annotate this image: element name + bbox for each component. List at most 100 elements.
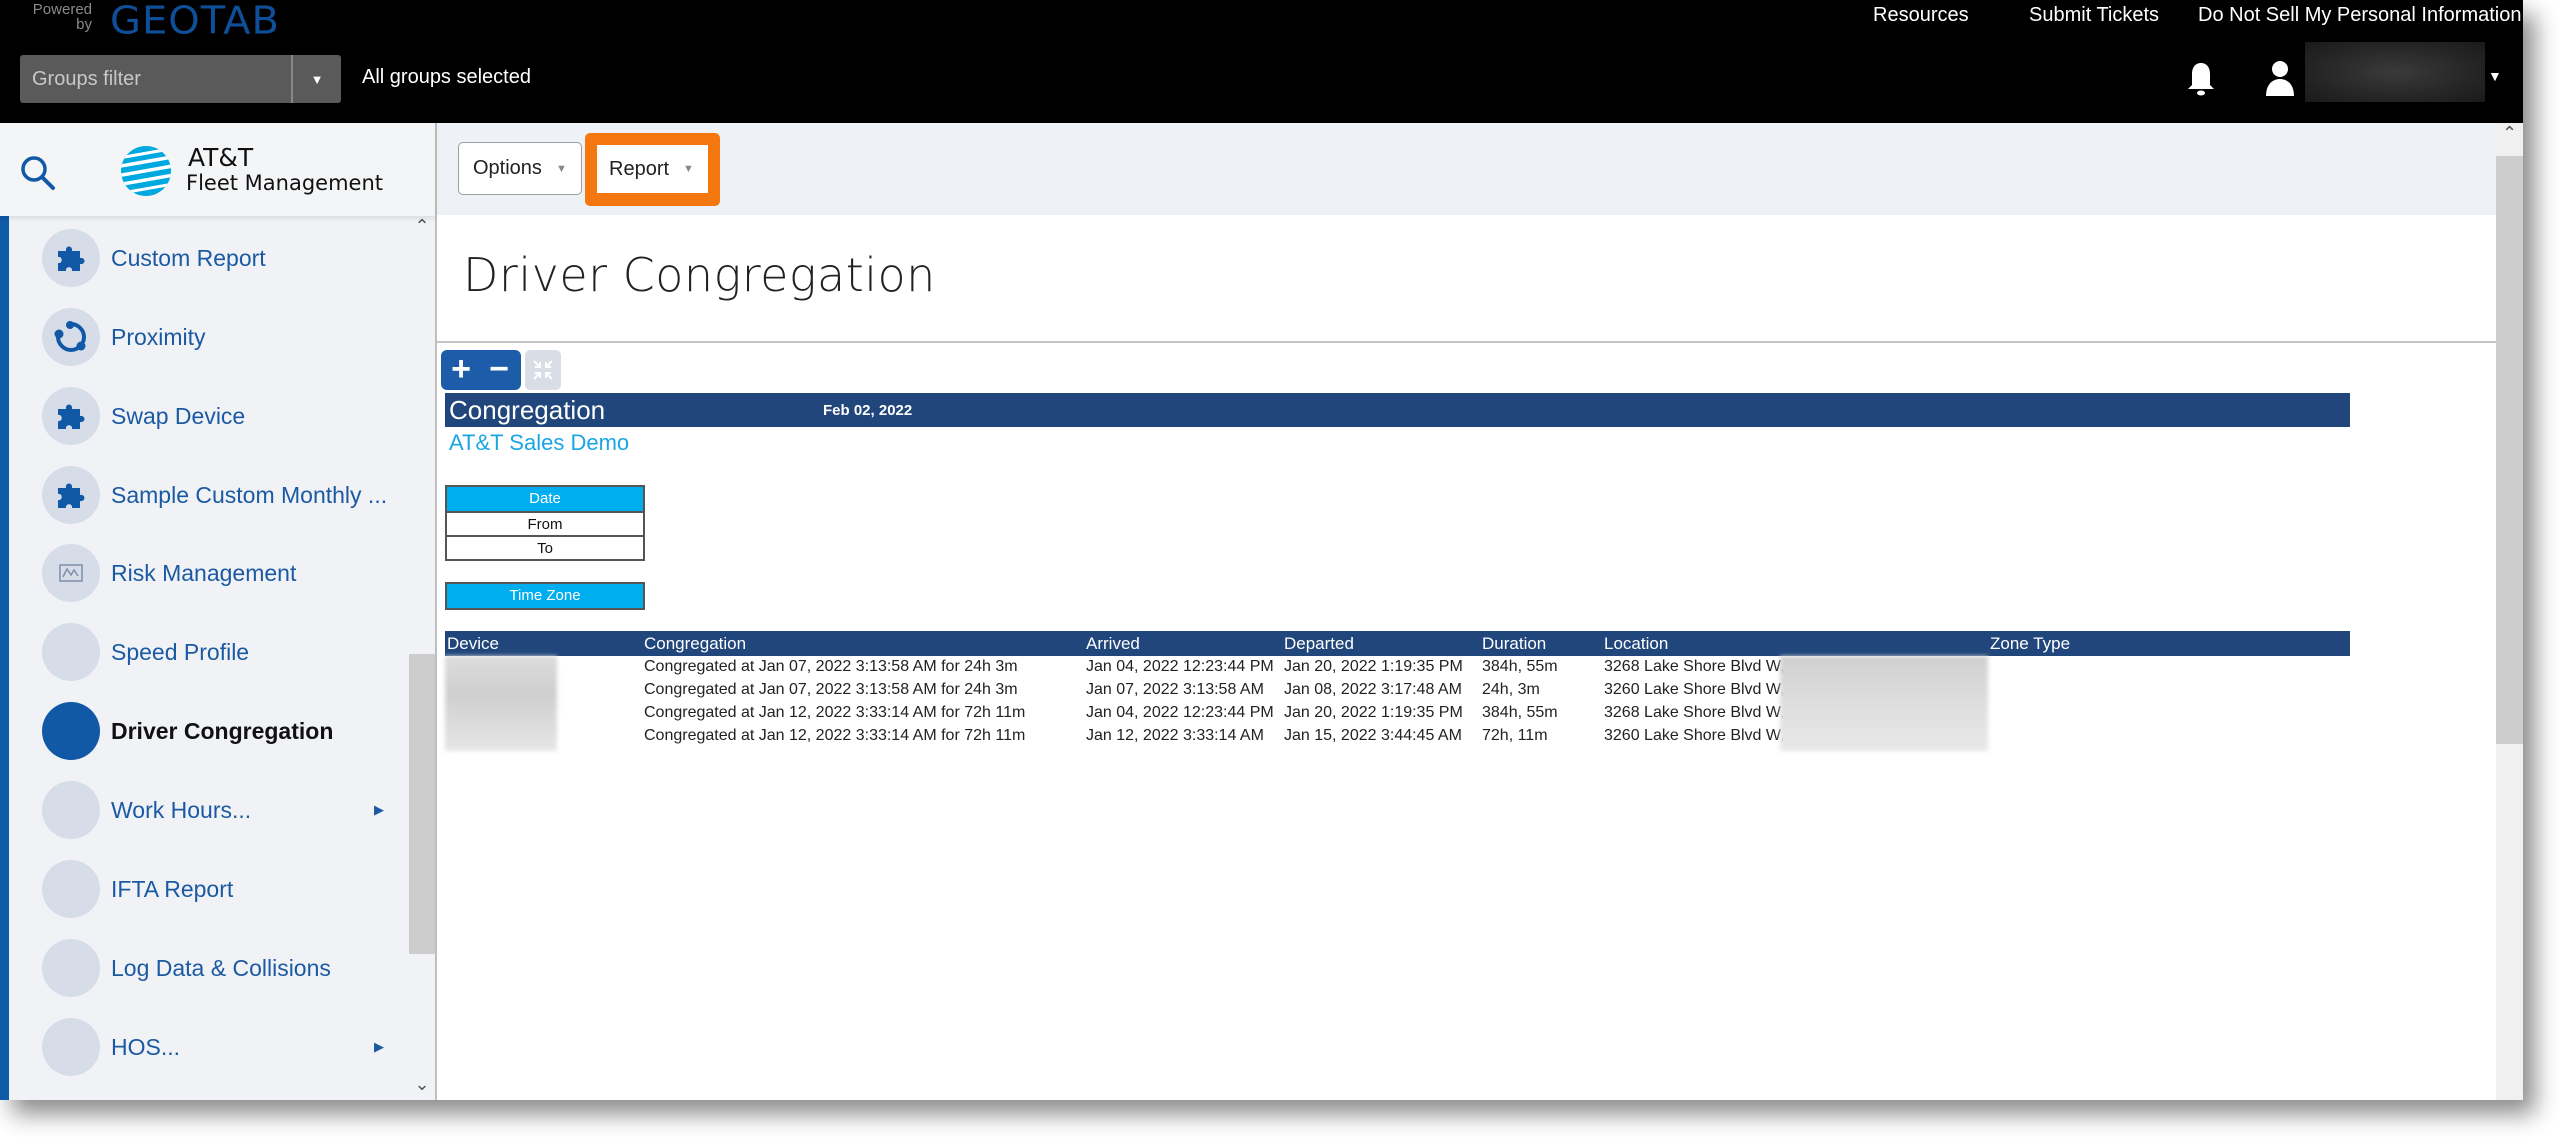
cell-duration: 72h, 11m — [1482, 727, 1548, 744]
divider — [437, 341, 2496, 343]
sidebar-item-hos[interactable]: HOS... ▶ — [9, 1012, 409, 1082]
sidebar-item-label: Speed Profile — [111, 638, 250, 665]
logo-title: AT&T — [188, 143, 254, 172]
zoom-controls: + − — [441, 350, 521, 390]
att-globe-logo — [121, 146, 171, 196]
main-scrollbar[interactable]: ⌃ — [2496, 123, 2523, 1100]
blank-icon — [42, 781, 100, 839]
report-label: Report — [609, 157, 670, 180]
caret-down-icon[interactable]: ▼ — [291, 55, 341, 103]
date-parameter-table: Date From To — [445, 485, 645, 561]
geotab-logo: GEOTAB — [110, 0, 280, 43]
app-window: Powered by GEOTAB Resources Submit Ticke… — [0, 0, 2523, 1100]
date-param-to: To — [447, 535, 643, 559]
cell-location: 3260 Lake Shore Blvd W, — [1604, 727, 1785, 744]
groups-filter[interactable]: Groups filter ▼ — [20, 55, 341, 103]
search-icon[interactable] — [18, 153, 58, 193]
groups-status: All groups selected — [362, 66, 531, 88]
sidebar-item-risk-management[interactable]: Risk Management — [9, 538, 409, 608]
scroll-down-icon[interactable]: ⌄ — [409, 1074, 435, 1100]
column-header: Congregation — [644, 634, 747, 653]
sidebar-scrollbar[interactable]: ⌃ ⌄ — [409, 216, 435, 1100]
column-header: Arrived — [1086, 634, 1140, 653]
scroll-up-icon[interactable]: ⌃ — [2496, 123, 2523, 149]
sidebar-item-label: Swap Device — [111, 402, 246, 429]
cell-congregation: Congregated at Jan 07, 2022 3:13:58 AM f… — [644, 658, 1018, 675]
sidebar-item-swap-device[interactable]: Swap Device — [9, 381, 409, 451]
sidebar-item-label: HOS... — [111, 1033, 181, 1060]
table-row: Congregated at Jan 12, 2022 3:33:14 AM f… — [445, 702, 2350, 725]
cell-departed: Jan 15, 2022 3:44:45 AM — [1284, 727, 1462, 744]
user-menu-caret-icon[interactable]: ▼ — [2488, 68, 2502, 84]
logo-subtitle: Fleet Management — [186, 171, 383, 195]
toolbar: Options ▼ Report ▼ — [437, 123, 2496, 215]
caret-down-icon: ▼ — [555, 162, 567, 175]
report-date: Feb 02, 2022 — [823, 402, 913, 419]
sidebar-item-proximity[interactable]: Proximity — [9, 302, 409, 372]
puzzle-icon — [42, 229, 100, 287]
report-highlight: Report ▼ — [585, 133, 720, 206]
column-header: Location — [1604, 634, 1669, 653]
sidebar-item-label: Sample Custom Monthly ... — [111, 481, 388, 508]
table-row: Congregated at Jan 07, 2022 3:13:58 AM f… — [445, 679, 2350, 702]
zoom-in-icon[interactable]: + — [441, 350, 481, 390]
device-redacted — [445, 656, 557, 751]
table-row: Congregated at Jan 07, 2022 3:13:58 AM f… — [445, 656, 2350, 679]
resources-link[interactable]: Resources — [1873, 4, 1969, 27]
date-param-header: Date — [447, 487, 643, 511]
sidebar-item-driver-congregation[interactable]: Driver Congregation — [9, 696, 409, 766]
column-header: Duration — [1482, 634, 1547, 653]
active-indicator-icon — [42, 702, 100, 760]
cell-location: 3268 Lake Shore Blvd W, — [1604, 658, 1785, 675]
sidebar-item-custom-report[interactable]: Custom Report — [9, 223, 409, 293]
sidebar-item-work-hours[interactable]: Work Hours... ▶ — [9, 775, 409, 845]
report-title: Congregation — [449, 395, 606, 425]
sidebar-item-label: Work Hours... — [111, 796, 252, 823]
table-row: Congregated at Jan 12, 2022 3:33:14 AM f… — [445, 725, 2350, 748]
cell-location: 3260 Lake Shore Blvd W, — [1604, 681, 1785, 698]
user-name-redacted[interactable] — [2305, 42, 2485, 102]
report-button[interactable]: Report ▼ — [597, 145, 708, 193]
submit-tickets-link[interactable]: Submit Tickets — [2029, 4, 2159, 27]
timezone-parameter-table: Time Zone — [445, 582, 645, 610]
congregation-table: Device Congregation Arrived Departed Dur… — [445, 631, 2350, 751]
main-scrollbar-thumb[interactable] — [2496, 156, 2523, 744]
zoom-out-icon[interactable]: − — [479, 350, 519, 390]
options-button[interactable]: Options ▼ — [458, 142, 582, 195]
sidebar-item-ifta-report[interactable]: IFTA Report — [9, 854, 409, 924]
column-header: Device — [447, 634, 499, 653]
collapse-icon — [533, 360, 553, 380]
sidebar-item-label: Proximity — [111, 323, 206, 350]
date-param-from: From — [447, 511, 643, 535]
groups-filter-input[interactable]: Groups filter — [20, 68, 291, 91]
cell-duration: 24h, 3m — [1482, 681, 1540, 698]
cell-arrived: Jan 07, 2022 3:13:58 AM — [1086, 681, 1264, 698]
chevron-right-icon: ▶ — [374, 802, 384, 817]
fit-page-button[interactable] — [525, 350, 561, 390]
cell-duration: 384h, 55m — [1482, 704, 1558, 721]
sidebar-accent-strip — [0, 216, 9, 1100]
cell-arrived: Jan 04, 2022 12:23:44 PM — [1086, 658, 1274, 675]
sidebar-item-label: Custom Report — [111, 244, 266, 271]
chart-icon — [42, 544, 100, 602]
bell-icon[interactable] — [2185, 61, 2217, 97]
do-not-sell-link[interactable]: Do Not Sell My Personal Information — [2198, 4, 2521, 27]
top-header: Powered by GEOTAB Resources Submit Ticke… — [0, 0, 2523, 123]
user-icon[interactable] — [2265, 60, 2295, 96]
sidebar-item-speed-profile[interactable]: Speed Profile — [9, 617, 409, 687]
sidebar-item-label: IFTA Report — [111, 875, 234, 902]
puzzle-icon — [42, 387, 100, 445]
location-redacted — [1780, 656, 1988, 751]
scroll-up-icon[interactable]: ⌃ — [409, 216, 435, 242]
sidebar-nav: Custom Report Proximity Swap Device Samp… — [9, 216, 409, 1100]
proximity-icon — [42, 308, 100, 366]
sidebar-item-sample-custom-monthly[interactable]: Sample Custom Monthly ... — [9, 460, 409, 530]
main-content: Options ▼ Report ▼ Driver Congregation +… — [437, 123, 2496, 1100]
blank-icon — [42, 623, 100, 681]
column-header: Zone Type — [1990, 634, 2071, 653]
sidebar-header: AT&T Fleet Management — [0, 123, 435, 216]
sidebar-scrollbar-thumb[interactable] — [409, 654, 435, 954]
cell-congregation: Congregated at Jan 12, 2022 3:33:14 AM f… — [644, 704, 1026, 721]
chevron-right-icon: ▶ — [374, 1039, 384, 1054]
sidebar-item-log-data-collisions[interactable]: Log Data & Collisions — [9, 933, 409, 1003]
